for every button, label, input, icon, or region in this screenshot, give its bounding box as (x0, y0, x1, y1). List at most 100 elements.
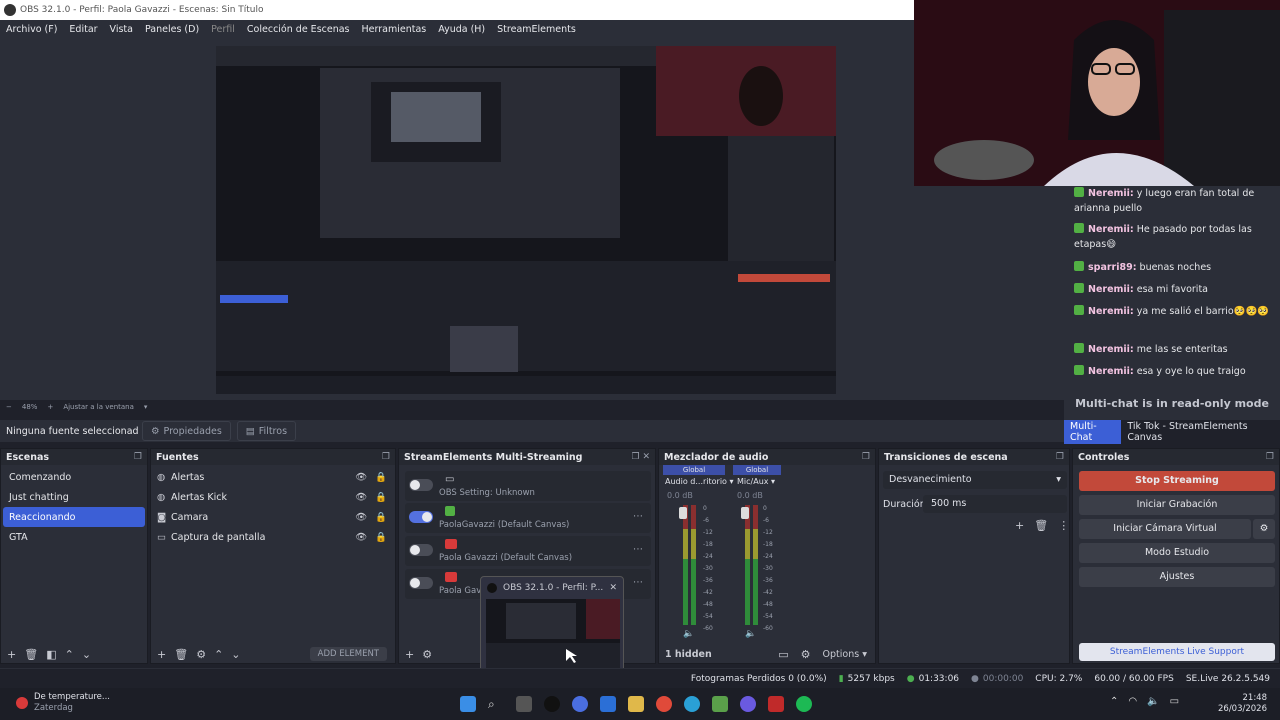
task-view-icon[interactable] (516, 696, 532, 712)
eye-icon[interactable]: 👁 (355, 532, 367, 543)
arrow-up-icon[interactable]: ⌃ (65, 648, 74, 661)
start-recording-button[interactable]: Iniciar Grabación (1079, 495, 1275, 515)
eye-icon[interactable]: 👁 (355, 472, 367, 483)
eye-icon[interactable]: 👁 (355, 512, 367, 523)
obs-app-icon[interactable] (544, 696, 560, 712)
scene-item[interactable]: Just chatting (3, 487, 145, 507)
gear-icon[interactable]: ⚙ (1253, 519, 1275, 539)
edge-icon[interactable] (684, 696, 700, 712)
gear-icon[interactable]: ⚙ (196, 648, 206, 661)
scene-item[interactable]: GTA (3, 527, 145, 547)
app-icon[interactable] (712, 696, 728, 712)
gear-icon[interactable]: ⚙ (801, 648, 811, 661)
acrobat-icon[interactable] (768, 696, 784, 712)
lock-icon[interactable]: 🔒 (375, 472, 387, 483)
dock-float-icon[interactable]: ❐ (134, 452, 142, 462)
weather-widget[interactable]: De temperature... Zaterdag (16, 692, 110, 714)
battery-icon[interactable]: ▭ (1170, 696, 1179, 707)
tab-tiktok-canvas[interactable]: Tik Tok - StreamElements Canvas (1121, 420, 1280, 444)
menu-vista[interactable]: Vista (104, 24, 139, 35)
menu-coleccion-escenas[interactable]: Colección de Escenas (241, 24, 356, 35)
volume-icon[interactable]: 🔈 (1147, 696, 1159, 707)
source-item[interactable]: ◍ Alertas Kick 👁 🔒 (151, 487, 395, 507)
lock-icon[interactable]: 🔒 (375, 492, 387, 503)
dock-float-icon[interactable]: ❐ (1056, 452, 1064, 462)
channel-name[interactable]: Audio d...ritorio ▾ (665, 477, 734, 486)
taskbar-preview-popup[interactable]: OBS 32.1.0 - Perfil: P... ✕ (480, 576, 624, 678)
add-icon[interactable]: + (7, 648, 16, 661)
menu-ayuda[interactable]: Ayuda (H) (432, 24, 491, 35)
menu-streamelements[interactable]: StreamElements (491, 24, 582, 35)
zoom-out-icon[interactable]: − (6, 403, 12, 411)
trash-icon[interactable]: 🗑 (1034, 519, 1048, 532)
add-icon[interactable]: + (157, 648, 166, 661)
trash-icon[interactable]: 🗑 (174, 648, 188, 661)
zoom-fit[interactable]: Ajustar a la ventana (63, 403, 134, 411)
close-icon[interactable]: ✕ (609, 583, 617, 593)
file-explorer-icon[interactable] (628, 696, 644, 712)
stream-toggle[interactable] (409, 511, 433, 523)
chevron-up-icon[interactable]: ⌃ (1110, 696, 1118, 707)
volume-slider[interactable] (679, 507, 687, 519)
live-support-button[interactable]: StreamElements Live Support (1079, 643, 1275, 661)
volume-slider[interactable] (741, 507, 749, 519)
windows-start-icon[interactable] (460, 696, 476, 712)
scene-item[interactable]: Comenzando (3, 467, 145, 487)
chrome-icon[interactable] (656, 696, 672, 712)
menu-archivo[interactable]: Archivo (F) (0, 24, 63, 35)
menu-paneles[interactable]: Paneles (D) (139, 24, 205, 35)
speaker-icon[interactable]: 🔈 (683, 629, 694, 639)
program-preview[interactable] (216, 46, 836, 394)
add-element-button[interactable]: ADD ELEMENT (309, 647, 387, 661)
spotify-icon[interactable] (796, 696, 812, 712)
add-icon[interactable]: + (1015, 519, 1024, 532)
stream-toggle[interactable] (409, 544, 433, 556)
lock-icon[interactable]: 🔒 (375, 532, 387, 543)
filter-icon[interactable]: ◧ (46, 648, 56, 661)
scene-item-selected[interactable]: Reaccionando (3, 507, 145, 527)
lock-icon[interactable]: 🔒 (375, 512, 387, 523)
transition-select[interactable]: Desvanecimiento ▾ (883, 471, 1067, 489)
chevron-down-icon[interactable]: ▾ (144, 403, 148, 411)
add-icon[interactable]: + (405, 648, 414, 661)
menu-perfil[interactable]: Perfil (205, 24, 241, 35)
dock-float-icon[interactable]: ❐ (862, 452, 870, 462)
arrow-down-icon[interactable]: ⌄ (231, 648, 240, 661)
speaker-icon[interactable]: 🔈 (745, 629, 756, 639)
studio-mode-button[interactable]: Modo Estudio (1079, 543, 1275, 563)
settings-button[interactable]: Ajustes (1079, 567, 1275, 587)
arrow-down-icon[interactable]: ⌄ (82, 648, 91, 661)
dock-float-icon[interactable]: ❐ (382, 452, 390, 462)
trash-icon[interactable]: 🗑 (24, 648, 38, 661)
channel-name[interactable]: Mic/Aux ▾ (737, 477, 775, 486)
clock[interactable]: 21:48 26/03/2026 (1218, 693, 1267, 715)
stop-streaming-button[interactable]: Stop Streaming (1079, 471, 1275, 491)
more-icon[interactable]: ⋯ (633, 577, 643, 588)
layout-icon[interactable]: ▭ (778, 648, 788, 661)
eye-icon[interactable]: 👁 (355, 492, 367, 503)
app-icon[interactable] (572, 696, 588, 712)
menu-herramientas[interactable]: Herramientas (356, 24, 433, 35)
more-vertical-icon[interactable]: ⋮ (1058, 519, 1069, 532)
source-item[interactable]: ▭ Captura de pantalla 👁 🔒 (151, 527, 395, 547)
menu-editar[interactable]: Editar (63, 24, 103, 35)
properties-button[interactable]: ⚙ Propiedades (142, 421, 231, 441)
mixer-options-button[interactable]: Options ▾ (823, 649, 867, 660)
source-item[interactable]: ◙ Camara 👁 🔒 (151, 507, 395, 527)
source-item[interactable]: ◍ Alertas 👁 🔒 (151, 467, 395, 487)
arrow-up-icon[interactable]: ⌃ (214, 648, 223, 661)
tab-multichat[interactable]: Multi-Chat (1064, 420, 1122, 444)
duration-input[interactable]: 500 ms (923, 495, 1067, 513)
dock-float-icon[interactable]: ❐ (1266, 452, 1274, 462)
more-icon[interactable]: ⋯ (633, 544, 643, 555)
search-icon[interactable]: ⌕ (488, 696, 504, 712)
gear-icon[interactable]: ⚙ (422, 648, 432, 661)
store-icon[interactable] (600, 696, 616, 712)
dock-close-icon[interactable]: ❐ ✕ (632, 452, 650, 462)
stream-toggle[interactable] (409, 479, 433, 491)
filters-button[interactable]: ▤ Filtros (236, 421, 297, 441)
more-icon[interactable]: ⋯ (633, 511, 643, 522)
virtual-camera-button[interactable]: Iniciar Cámara Virtual (1079, 519, 1251, 539)
discord-icon[interactable] (740, 696, 756, 712)
zoom-in-icon[interactable]: + (47, 403, 53, 411)
